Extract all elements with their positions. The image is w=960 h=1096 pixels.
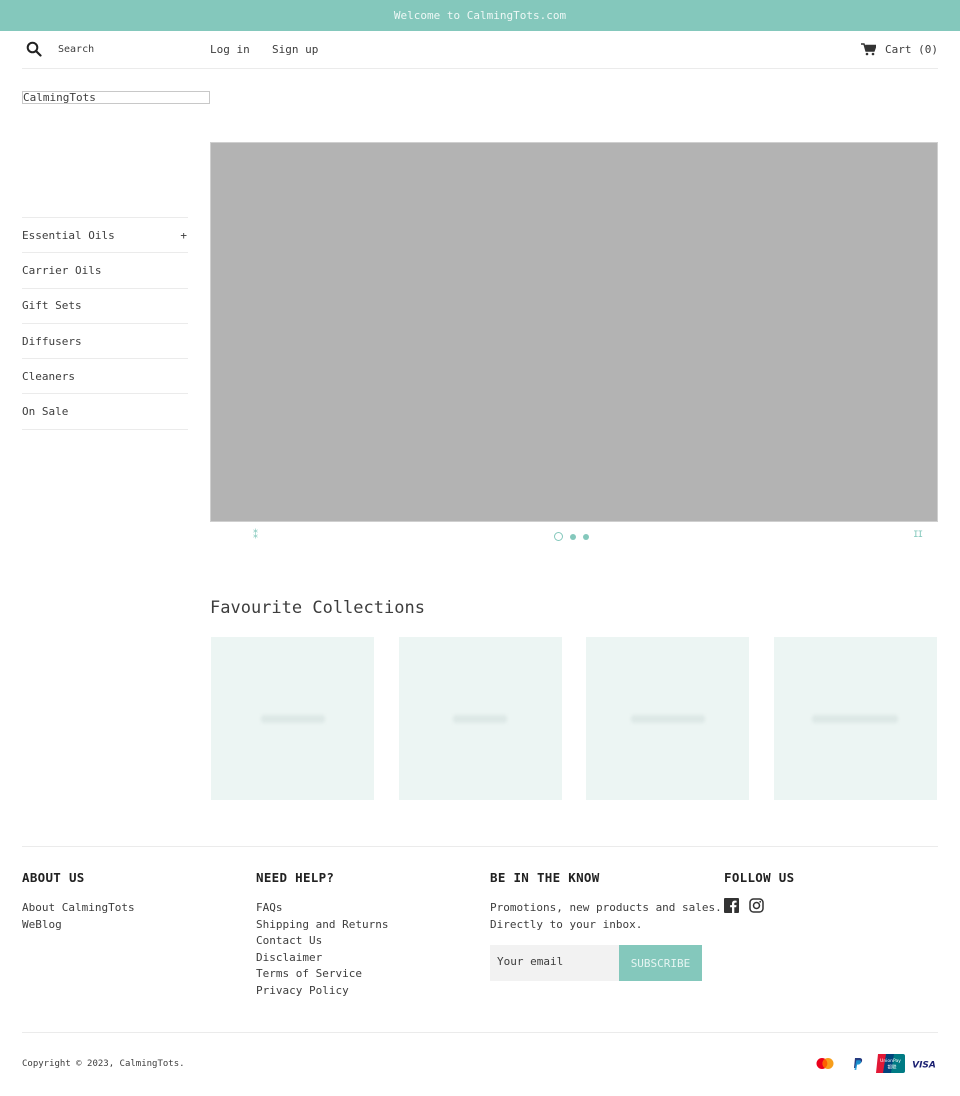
signup-link[interactable]: Sign up (272, 43, 318, 56)
footer-heading: NEED HELP? (256, 870, 335, 885)
site-header: Log in Sign up Cart (0) (22, 31, 938, 69)
footer-heading: ABOUT US (22, 870, 85, 885)
newsletter-form: SUBSCRIBE (490, 945, 722, 981)
sidebar-item-carrier-oils[interactable]: Carrier Oils (22, 253, 188, 289)
hero-slideshow[interactable] (210, 142, 938, 522)
newsletter-text: Directly to your inbox. (490, 917, 643, 931)
footer-heading: FOLLOW US (724, 870, 795, 885)
footer-follow: FOLLOW US (724, 870, 794, 916)
footer-divider (22, 846, 938, 847)
collection-card[interactable] (398, 637, 562, 800)
slideshow-prev-icon[interactable]: ⁑ (253, 530, 258, 541)
slide-dots (554, 532, 589, 541)
slide-dot-2[interactable] (570, 533, 576, 540)
footer-newsletter: BE IN THE KNOW Promotions, new products … (490, 870, 722, 981)
subscribe-button[interactable]: SUBSCRIBE (619, 945, 702, 981)
collection-label-placeholder (630, 714, 705, 723)
sidebar-item-essential-oils[interactable]: Essential Oils + (22, 218, 188, 254)
paypal-icon (843, 1054, 872, 1073)
sidebar-item-cleaners[interactable]: Cleaners (22, 359, 188, 395)
collection-card[interactable] (773, 637, 937, 800)
collection-label-placeholder (453, 714, 508, 723)
footer-link[interactable]: About CalmingTots (22, 900, 135, 917)
sidebar-item-diffusers[interactable]: Diffusers (22, 324, 188, 360)
announcement-bar: Welcome to CalmingTots.com (0, 0, 960, 31)
footer-link[interactable]: Contact Us (256, 933, 388, 950)
facebook-icon[interactable] (724, 898, 739, 916)
footer-link[interactable]: Terms of Service (256, 966, 388, 983)
email-input[interactable] (490, 945, 619, 981)
sidebar-item-label: Essential Oils (22, 228, 115, 242)
payment-icons: UnionPay 银联 VISA (810, 1054, 938, 1073)
slide-dot-1[interactable] (554, 532, 563, 541)
site-logo[interactable]: CalmingTots (22, 91, 210, 104)
footer-link[interactable]: FAQs (256, 900, 388, 917)
sidebar-item-label: Cleaners (22, 369, 75, 383)
slideshow-controls: ⁑ II (210, 528, 938, 546)
unionpay-icon: UnionPay 银联 (876, 1054, 905, 1073)
collection-label-placeholder (812, 714, 899, 723)
cart-icon (861, 43, 877, 56)
sidebar-item-label: Gift Sets (22, 299, 82, 313)
footer-link[interactable]: WeBlog (22, 917, 135, 934)
copyright-text: Copyright © 2023, CalmingTots. (22, 1059, 185, 1069)
sidebar-item-on-sale[interactable]: On Sale (22, 394, 188, 430)
sidebar-nav: Essential Oils + Carrier Oils Gift Sets … (22, 217, 188, 430)
bottom-divider (22, 1032, 938, 1033)
cart-link[interactable]: Cart (0) (861, 43, 938, 56)
slideshow-pause-icon[interactable]: II (913, 530, 923, 540)
visa-icon: VISA (909, 1054, 938, 1073)
login-link[interactable]: Log in (210, 43, 250, 56)
instagram-icon[interactable] (749, 898, 764, 916)
collection-label-placeholder (260, 714, 325, 723)
sidebar-item-label: Carrier Oils (22, 263, 102, 277)
collections-grid (211, 637, 937, 800)
newsletter-text: Promotions, new products and sales. (490, 901, 722, 914)
collection-card[interactable] (211, 637, 374, 800)
svg-text:VISA: VISA (912, 1060, 936, 1069)
svg-text:UnionPay: UnionPay (880, 1058, 901, 1064)
collection-card[interactable] (586, 637, 750, 800)
svg-text:银联: 银联 (888, 1064, 897, 1071)
footer-link[interactable]: Privacy Policy (256, 983, 388, 1000)
search-icon[interactable] (26, 41, 44, 59)
footer-link[interactable]: Shipping and Returns (256, 917, 388, 934)
slide-dot-3[interactable] (583, 533, 589, 540)
footer-help: NEED HELP? FAQs Shipping and Returns Con… (256, 870, 388, 999)
footer-heading: BE IN THE KNOW (490, 870, 600, 885)
sidebar-item-label: Diffusers (22, 334, 82, 348)
footer-about: ABOUT US About CalmingTots WeBlog (22, 870, 135, 933)
footer-link[interactable]: Disclaimer (256, 950, 388, 967)
sidebar-item-label: On Sale (22, 405, 69, 419)
cart-label: Cart (0) (885, 43, 938, 56)
sidebar-item-gift-sets[interactable]: Gift Sets (22, 289, 188, 324)
social-links (724, 898, 794, 916)
announcement-text: Welcome to CalmingTots.com (393, 9, 567, 22)
expand-icon[interactable]: + (180, 229, 187, 242)
collections-title: Favourite Collections (210, 598, 425, 618)
search-input[interactable] (58, 40, 198, 58)
mastercard-icon (810, 1054, 839, 1073)
